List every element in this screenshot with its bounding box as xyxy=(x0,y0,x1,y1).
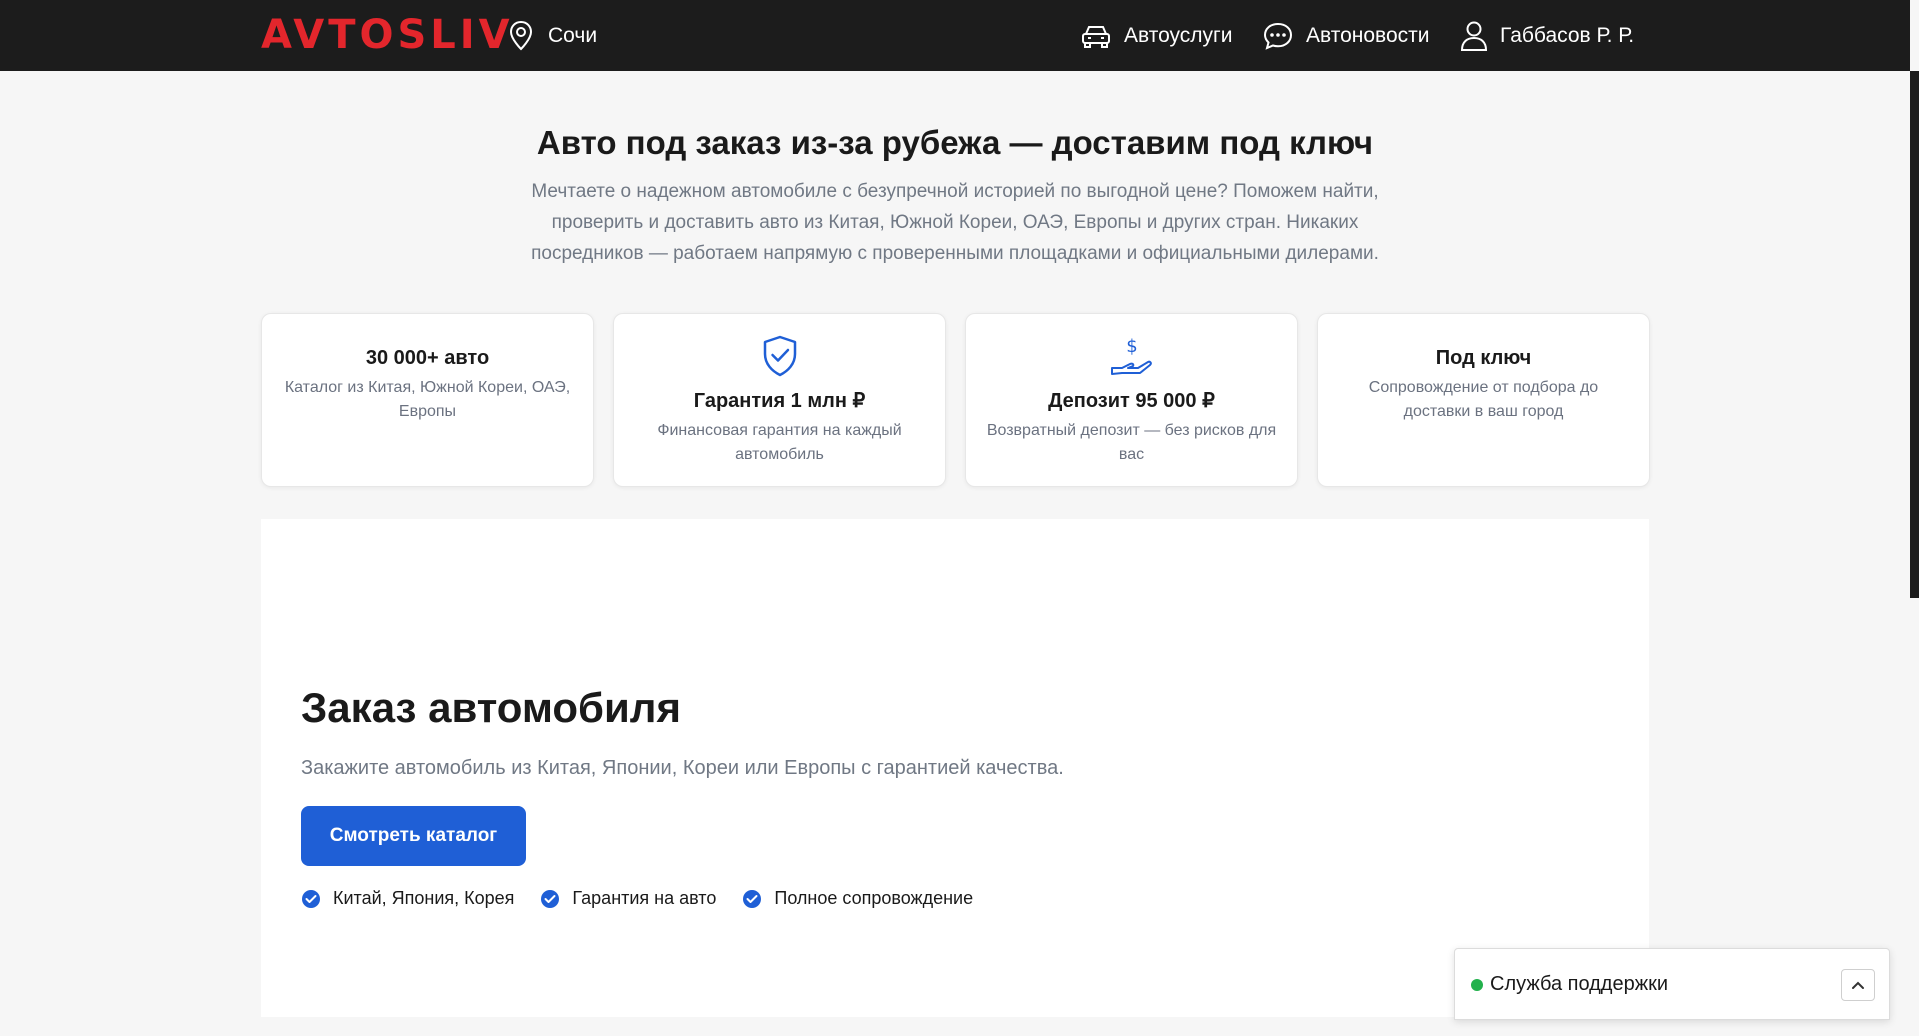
feature-label: Полное сопровождение xyxy=(774,888,974,908)
chat-icon xyxy=(1263,22,1293,50)
card-text: Сопровождение от подбора до доставки в в… xyxy=(1368,379,1599,420)
card-title: Депозит 95 000 ₽ xyxy=(1048,390,1215,412)
user-name: Габбасов Р. Р. xyxy=(1500,24,1635,47)
nav-autonews-label: Автоновости xyxy=(1306,24,1430,47)
feature-item: Полное сопровождение xyxy=(742,888,973,909)
feature-label: Гарантия на авто xyxy=(572,888,717,908)
card-title: Гарантия 1 млн ₽ xyxy=(693,390,866,412)
map-pin-icon xyxy=(509,20,533,51)
car-icon xyxy=(1082,26,1110,48)
feature-item: Китай, Япония, Корея xyxy=(301,888,514,909)
feature-card-turnkey: Под ключ Сопровождение от подбора до дос… xyxy=(1317,313,1650,487)
chevron-up-icon xyxy=(1852,981,1864,989)
card-title: 30 000+ авто xyxy=(365,347,490,369)
view-catalog-button[interactable]: Смотреть каталог xyxy=(301,806,526,866)
hand-dollar-icon: $ xyxy=(966,334,1297,378)
online-status-dot xyxy=(1471,979,1483,991)
feature-item: Гарантия на авто xyxy=(540,888,716,909)
user-icon xyxy=(1460,21,1488,51)
shield-check-icon xyxy=(614,334,945,378)
check-circle-icon xyxy=(541,889,560,908)
feature-card-catalog: 30 000+ авто Каталог из Китая, Южной Кор… xyxy=(261,313,594,487)
nav-autonews[interactable]: Автоновости xyxy=(1262,18,1430,54)
hero-title: Авто под заказ из-за рубежа — доставим п… xyxy=(536,124,1374,161)
card-title: Под ключ xyxy=(1435,347,1532,369)
support-label: Служба поддержки xyxy=(1490,973,1669,995)
city-selector[interactable]: Сочи xyxy=(508,18,597,54)
top-header: AVTOSLIV Сочи Автоуслуги Автоновости Габ… xyxy=(0,0,1910,71)
support-expand-button[interactable] xyxy=(1841,969,1875,1001)
nav-user-profile[interactable]: Габбасов Р. Р. xyxy=(1460,18,1634,54)
check-circle-icon xyxy=(302,889,320,908)
city-label: Сочи xyxy=(548,24,598,47)
support-widget[interactable]: Служба поддержки xyxy=(1454,948,1890,1020)
card-text: Возвратный депозит — без рисков для вас xyxy=(986,422,1277,463)
page-scrollbar[interactable] xyxy=(1910,71,1919,598)
feature-card-deposit: $ Депозит 95 000 ₽ Возвратный депозит — … xyxy=(965,313,1298,487)
feature-label: Китай, Япония, Корея xyxy=(333,888,515,908)
hero-description: Мечтаете о надежном автомобиле с безупре… xyxy=(531,181,1379,264)
svg-text:$: $ xyxy=(1126,336,1137,357)
card-text: Финансовая гарантия на каждый автомобиль xyxy=(657,422,902,463)
order-title: Заказ автомобиля xyxy=(301,684,681,731)
feature-card-guarantee: Гарантия 1 млн ₽ Финансовая гарантия на … xyxy=(613,313,946,487)
order-subtitle: Закажите автомобиль из Китая, Японии, Ко… xyxy=(301,757,1064,779)
logo[interactable]: AVTOSLIV xyxy=(261,14,514,56)
check-circle-icon xyxy=(743,889,762,908)
nav-autoservices[interactable]: Автоуслуги xyxy=(1080,18,1232,54)
order-features: Китай, Япония, Корея Гарантия на авто По… xyxy=(301,888,999,909)
card-text: Каталог из Китая, Южной Кореи, ОАЭ, Евро… xyxy=(284,379,571,420)
nav-autoservices-label: Автоуслуги xyxy=(1124,24,1233,47)
order-panel: Заказ автомобиля Закажите автомобиль из … xyxy=(261,519,1649,1017)
